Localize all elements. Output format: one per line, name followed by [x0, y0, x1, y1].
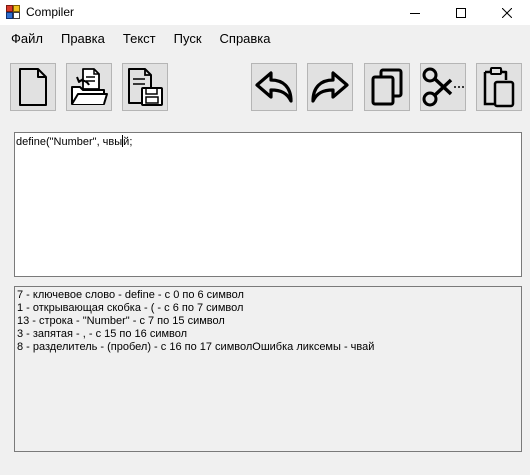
redo-button[interactable]	[307, 63, 353, 111]
maximize-icon	[456, 7, 466, 18]
maximize-button[interactable]	[438, 0, 484, 25]
clipboard-icon	[483, 67, 515, 108]
title-bar[interactable]: Compiler	[0, 0, 530, 25]
lexer-output[interactable]: 7 - ключевое слово - define - с 0 по 6 с…	[14, 286, 522, 452]
output-line: 13 - строка - "Number" - с 7 по 15 симво…	[17, 315, 225, 327]
menu-bar: Файл Правка Текст Пуск Справка	[0, 28, 530, 50]
menu-help[interactable]: Справка	[211, 29, 280, 49]
status-strip	[0, 456, 530, 475]
redo-icon	[311, 71, 349, 103]
menu-file[interactable]: Файл	[0, 29, 52, 49]
undo-button[interactable]	[251, 63, 297, 111]
close-icon	[502, 7, 512, 18]
editor-text-before-caret: define("Number", чвы	[16, 136, 123, 148]
new-file-button[interactable]	[10, 63, 56, 111]
scissors-icon	[422, 67, 464, 107]
code-editor[interactable]: define("Number", чвый;	[14, 132, 522, 277]
close-button[interactable]	[484, 0, 530, 25]
open-file-button[interactable]	[66, 63, 112, 111]
paste-button[interactable]	[476, 63, 522, 111]
output-line: 1 - открывающая скобка - ( - с 6 по 7 си…	[17, 302, 244, 314]
window-title: Compiler	[26, 5, 75, 19]
copy-icon	[371, 68, 403, 106]
app-icon	[6, 5, 20, 19]
output-line: 8 - разделитель - (пробел) - с 16 по 17 …	[17, 341, 375, 353]
menu-text[interactable]: Текст	[114, 29, 165, 49]
new-file-icon	[19, 68, 47, 106]
output-line: 3 - запятая - , - с 15 по 16 символ	[17, 328, 188, 340]
editor-text-after-caret: й;	[123, 136, 133, 148]
menu-run[interactable]: Пуск	[165, 29, 211, 49]
copy-button[interactable]	[364, 63, 410, 111]
open-folder-icon	[71, 68, 108, 105]
menu-edit[interactable]: Правка	[52, 29, 114, 49]
save-icon	[128, 68, 163, 106]
cut-button[interactable]	[420, 63, 466, 111]
minimize-button[interactable]	[392, 0, 438, 25]
undo-icon	[255, 71, 293, 103]
minimize-icon	[410, 12, 420, 14]
save-file-button[interactable]	[122, 63, 168, 111]
output-line: 7 - ключевое слово - define - с 0 по 6 с…	[17, 289, 244, 301]
